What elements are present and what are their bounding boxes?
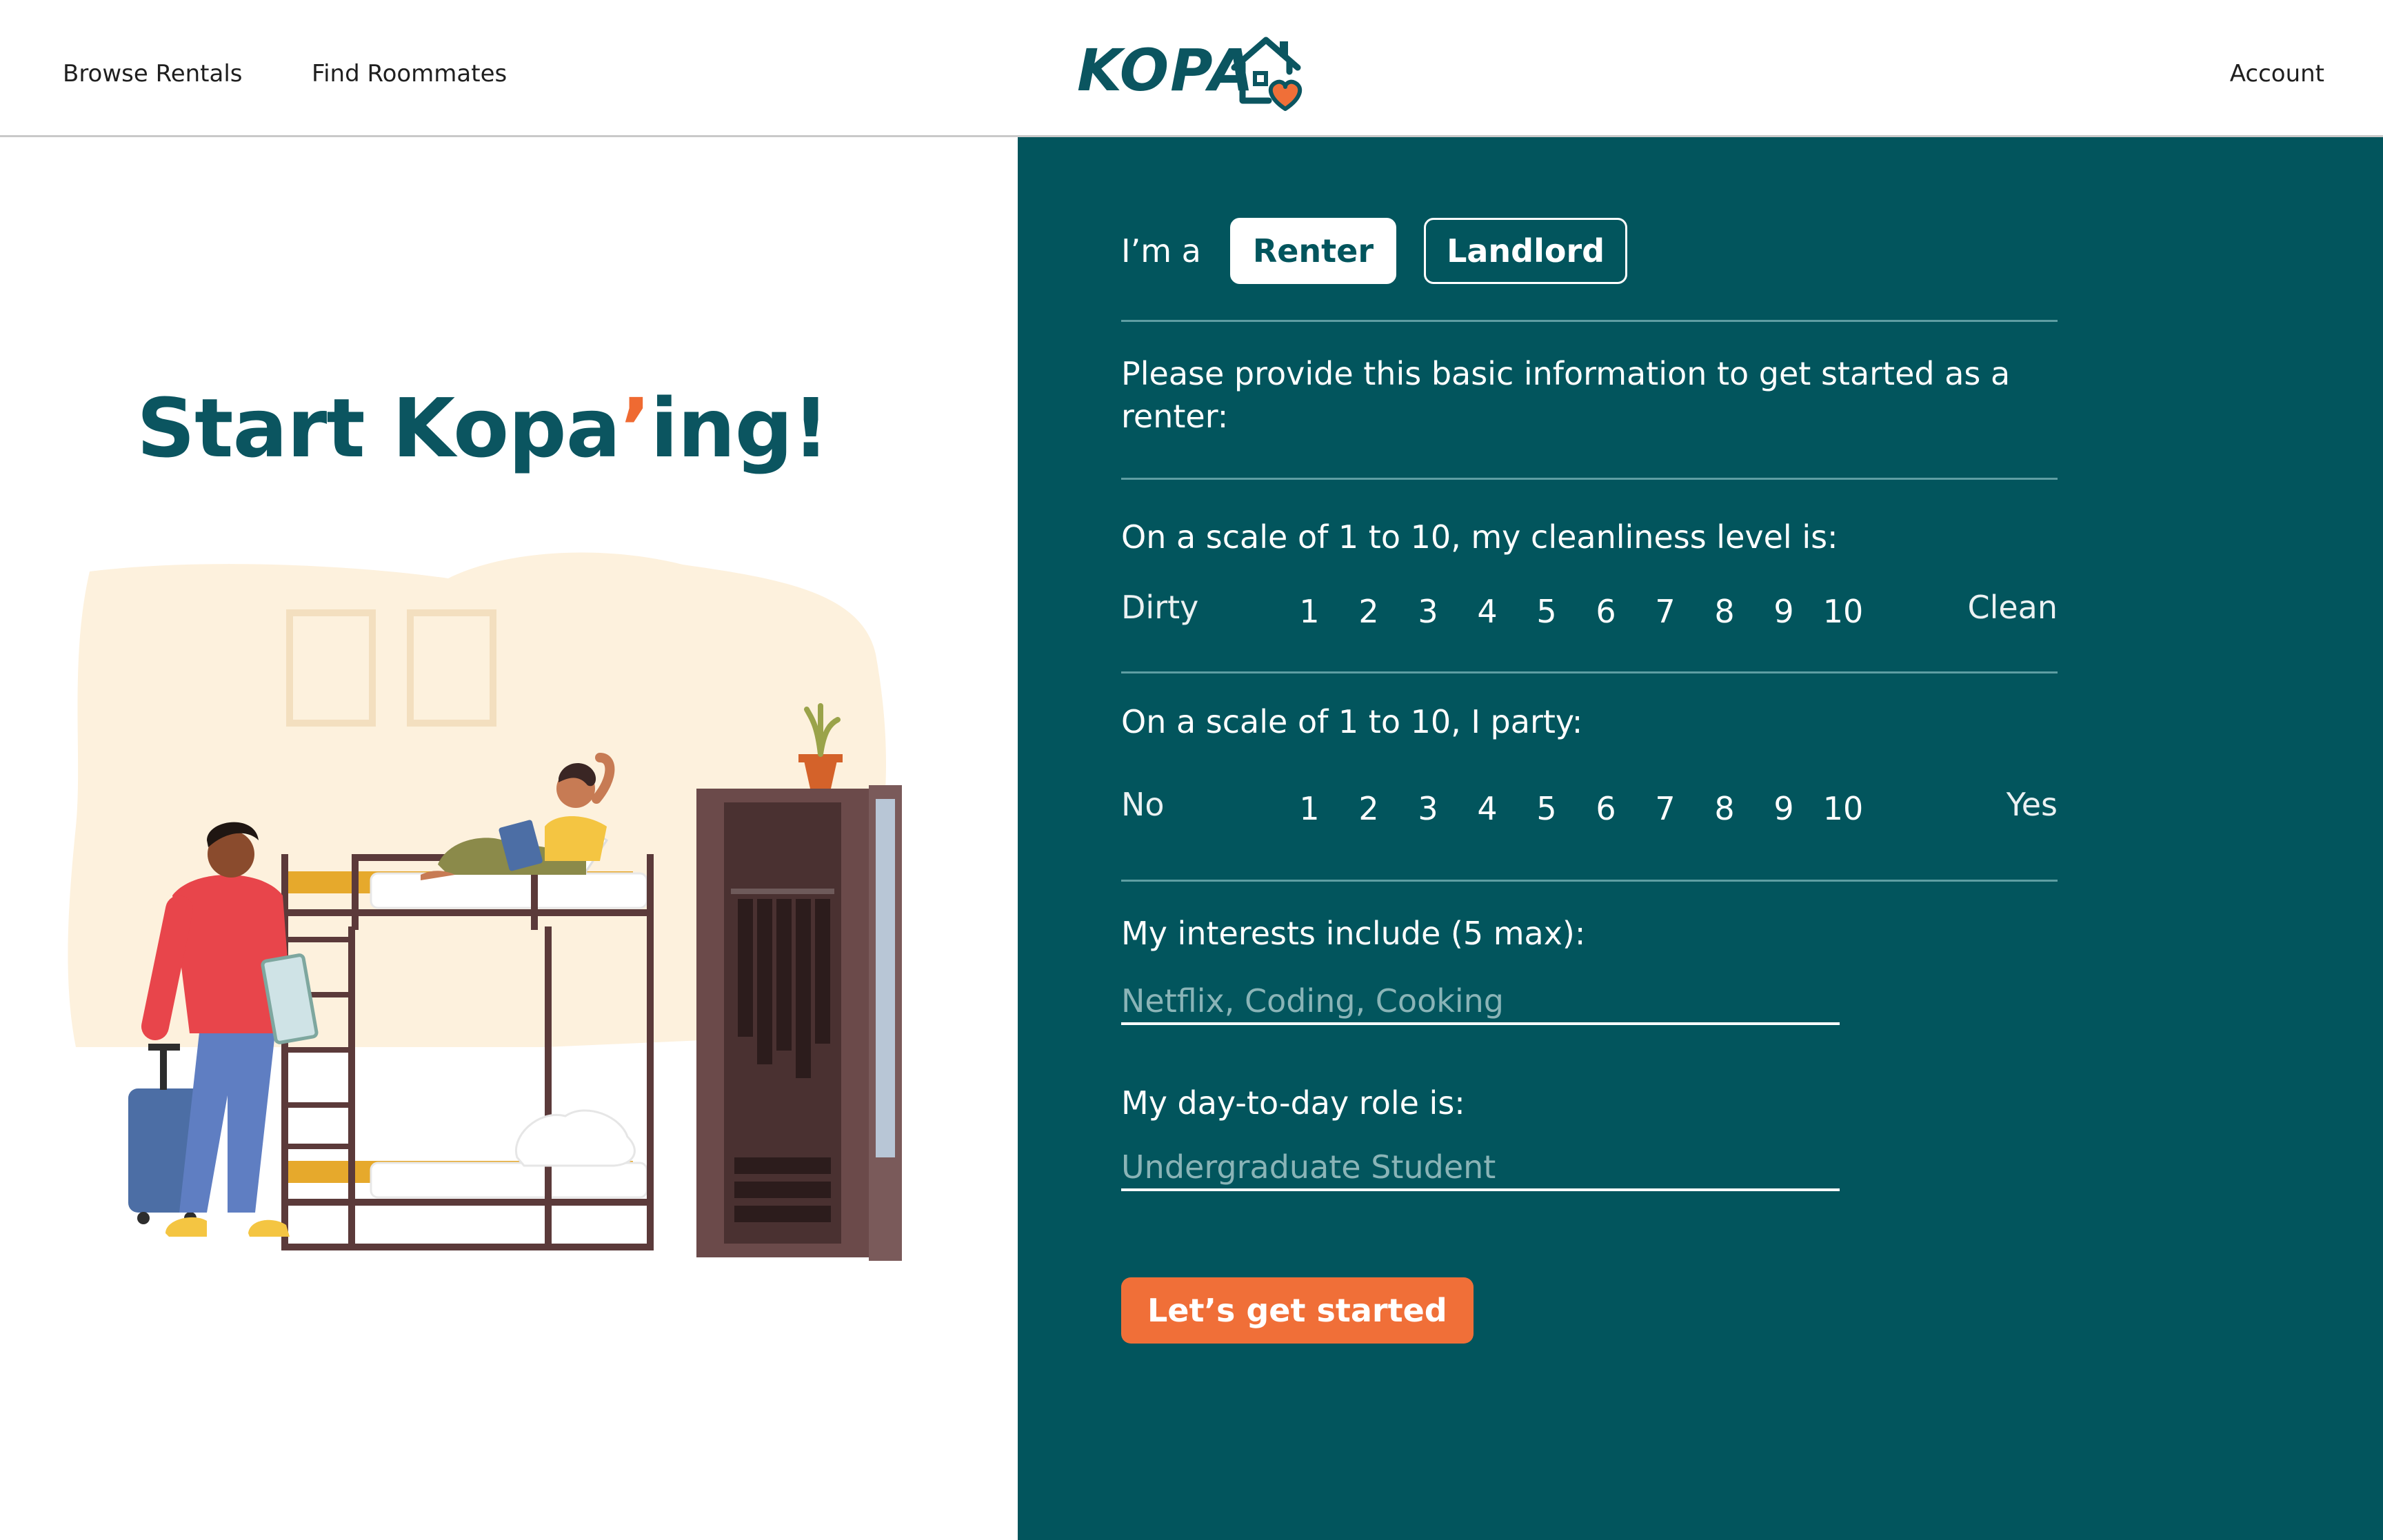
signup-form-panel: I’m a Renter Landlord Please provide thi… [1018,137,2383,1540]
divider [1121,671,2058,673]
role-lead-text: I’m a [1121,232,1201,270]
party-option-3[interactable]: 3 [1400,788,1456,829]
cleanliness-option-5[interactable]: 5 [1519,591,1574,632]
party-option-8[interactable]: 8 [1697,788,1752,829]
day-role-input[interactable] [1121,1146,1840,1191]
hero-title-apostrophe: ’ [620,381,651,476]
hero-title-part1: Start Kopa [137,381,621,476]
interests-label: My interests include (5 max): [1121,915,1586,952]
cleanliness-option-2[interactable]: 2 [1341,591,1396,632]
hero-title-part2: ing! [650,381,829,476]
cleanliness-option-1[interactable]: 1 [1282,591,1337,632]
cleanliness-option-8[interactable]: 8 [1697,591,1752,632]
party-option-7[interactable]: 7 [1638,788,1693,829]
party-option-1[interactable]: 1 [1282,788,1337,829]
party-question: On a scale of 1 to 10, I party: [1121,703,1583,740]
party-option-10[interactable]: 10 [1816,788,1871,829]
party-max-label: Yes [2006,786,2058,823]
party-scale: No 1 2 3 4 5 6 7 8 9 10 Yes [1121,784,2058,827]
party-option-9[interactable]: 9 [1756,788,1811,829]
hero-panel: Start Kopa’ing! [0,137,1018,1540]
divider [1121,320,2058,322]
kopa-logo[interactable]: KOPA [1077,32,1311,114]
role-selector: I’m a Renter Landlord [1121,218,1655,284]
party-min-label: No [1121,786,1165,823]
day-role-label: My day-to-day role is: [1121,1084,1465,1122]
cleanliness-max-label: Clean [1967,589,2058,626]
party-option-5[interactable]: 5 [1519,788,1574,829]
cleanliness-option-10[interactable]: 10 [1816,591,1871,632]
nav-find-roommates[interactable]: Find Roommates [312,58,507,90]
nav-browse-rentals[interactable]: Browse Rentals [63,58,243,90]
cleanliness-option-6[interactable]: 6 [1578,591,1633,632]
form-intro-text: Please provide this basic information to… [1121,355,2011,435]
party-option-6[interactable]: 6 [1578,788,1633,829]
party-option-4[interactable]: 4 [1460,788,1515,829]
cleanliness-option-3[interactable]: 3 [1400,591,1456,632]
wardrobe [696,703,902,1261]
cleanliness-option-4[interactable]: 4 [1460,591,1515,632]
get-started-button[interactable]: Let’s get started [1121,1277,1474,1344]
nav-account[interactable]: Account [2230,58,2324,90]
role-landlord-button[interactable]: Landlord [1424,218,1628,284]
party-option-2[interactable]: 2 [1341,788,1396,829]
hero-title: Start Kopa’ing! [0,380,965,476]
divider [1121,880,2058,882]
cleanliness-scale: Dirty 1 2 3 4 5 6 7 8 9 10 Clean [1121,587,2058,630]
cleanliness-min-label: Dirty [1121,589,1199,626]
house-heart-icon [1231,37,1303,111]
cleanliness-question: On a scale of 1 to 10, my cleanliness le… [1121,518,1838,556]
roommates-illustration [68,552,902,1261]
interests-input[interactable] [1121,980,1840,1025]
cleanliness-option-7[interactable]: 7 [1638,591,1693,632]
cleanliness-option-9[interactable]: 9 [1756,591,1811,632]
role-renter-button[interactable]: Renter [1229,218,1397,284]
bunk-bed [281,854,654,1250]
top-nav-bar: Browse Rentals Find Roommates KOPA Accou… [0,0,2383,137]
divider [1121,478,2058,480]
